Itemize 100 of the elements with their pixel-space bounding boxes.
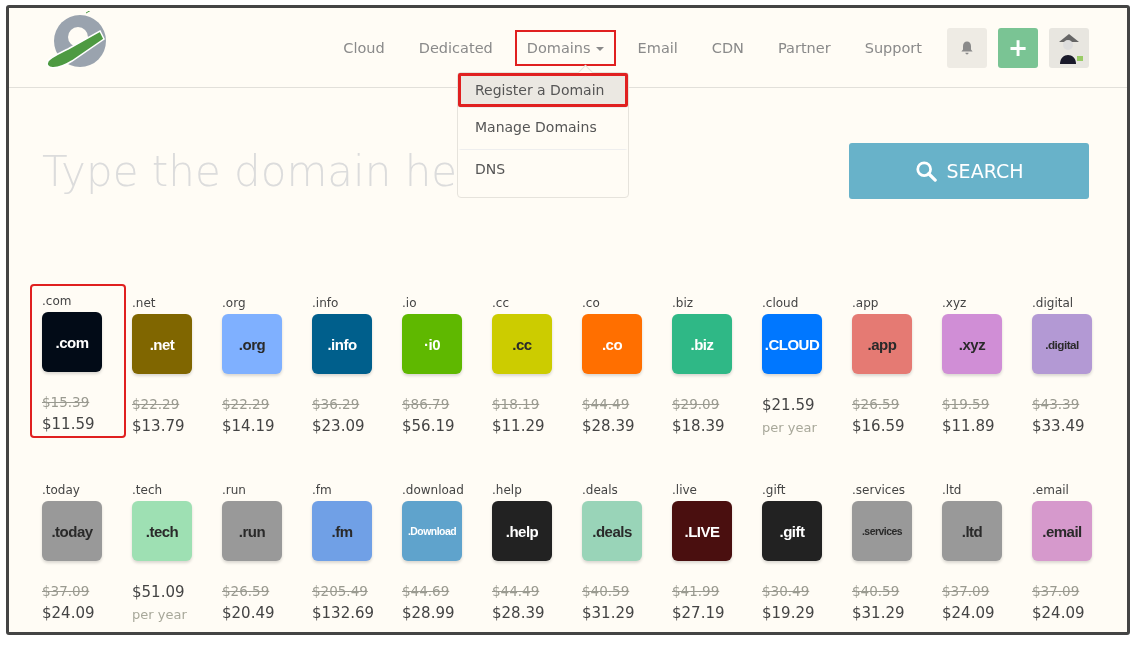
nav-link[interactable]: Support bbox=[852, 29, 934, 66]
domain-logo[interactable]: .LIVE bbox=[672, 501, 732, 561]
domain-logo[interactable]: .info bbox=[312, 314, 372, 374]
domain-logo[interactable]: .tech bbox=[132, 501, 192, 561]
domain-extension: .deals bbox=[582, 483, 618, 497]
price: $33.49 bbox=[1032, 416, 1085, 437]
original-price: $26.59 bbox=[852, 395, 900, 414]
domain-extension: .email bbox=[1032, 483, 1069, 497]
domain-extension: .fm bbox=[312, 483, 332, 497]
price: $27.19 bbox=[672, 603, 725, 624]
price: $21.59 bbox=[762, 395, 815, 416]
notification-button[interactable] bbox=[947, 27, 987, 68]
domain-logo[interactable]: .today bbox=[42, 501, 102, 561]
original-price: $37.09 bbox=[942, 582, 990, 601]
price: $20.49 bbox=[222, 603, 275, 624]
domain-extension: .download bbox=[402, 483, 464, 497]
original-price: $18.19 bbox=[492, 395, 540, 414]
domain-logo[interactable]: .digital bbox=[1032, 314, 1092, 374]
nav-link[interactable]: CDN bbox=[699, 29, 756, 66]
domain-logo[interactable]: .gift bbox=[762, 501, 822, 561]
domain-extension: .net bbox=[132, 296, 156, 310]
original-price: $86.79 bbox=[402, 395, 450, 414]
price: $24.09 bbox=[42, 603, 95, 624]
search-icon bbox=[914, 160, 937, 182]
original-price: $40.59 bbox=[582, 582, 630, 601]
domain-extension: .today bbox=[42, 483, 80, 497]
price: $24.09 bbox=[942, 603, 995, 624]
original-price: $41.99 bbox=[672, 582, 720, 601]
domain-extension: .tech bbox=[132, 483, 163, 497]
bell-icon bbox=[959, 39, 975, 56]
price: $31.29 bbox=[852, 603, 905, 624]
avatar[interactable] bbox=[1049, 27, 1089, 68]
domain-extension: .help bbox=[492, 483, 522, 497]
domain-logo[interactable]: .fm bbox=[312, 501, 372, 561]
original-price: $30.49 bbox=[762, 582, 810, 601]
domain-logo[interactable]: .app bbox=[852, 314, 912, 374]
domain-logo[interactable]: .org bbox=[222, 314, 282, 374]
menu-item[interactable]: Manage Domains bbox=[458, 107, 628, 149]
nav-link[interactable]: Domains bbox=[514, 29, 616, 66]
price: $18.39 bbox=[672, 416, 725, 437]
original-price: $44.69 bbox=[402, 582, 450, 601]
price: $11.29 bbox=[492, 416, 545, 437]
price: $28.39 bbox=[582, 416, 635, 437]
price: $31.29 bbox=[582, 603, 635, 624]
domain-extension: .gift bbox=[762, 483, 786, 497]
price: $28.99 bbox=[402, 603, 455, 624]
nav-link[interactable]: Cloud bbox=[331, 29, 397, 66]
domain-logo[interactable]: .deals bbox=[582, 501, 642, 561]
domain-logo[interactable]: .services bbox=[852, 501, 912, 561]
original-price: $43.39 bbox=[1032, 395, 1080, 414]
original-price: $15.39 bbox=[42, 393, 90, 412]
domain-extension: .digital bbox=[1032, 296, 1074, 310]
original-price: $37.09 bbox=[1032, 582, 1080, 601]
domain-extension: .info bbox=[312, 296, 339, 310]
nav-link[interactable]: Email bbox=[625, 29, 690, 66]
nav-link[interactable]: Dedicated bbox=[406, 29, 505, 66]
domain-logo[interactable]: .Download bbox=[402, 501, 462, 561]
domain-logo[interactable]: .net bbox=[132, 314, 192, 374]
price: $132.69 bbox=[312, 603, 375, 624]
menu-item[interactable]: DNS bbox=[458, 149, 628, 191]
price: $16.59 bbox=[852, 416, 905, 437]
domain-extension: .biz bbox=[672, 296, 694, 310]
domain-extension: .ltd bbox=[942, 483, 962, 497]
domain-extension: .com bbox=[42, 294, 72, 308]
original-price: $22.29 bbox=[222, 395, 270, 414]
domain-logo[interactable]: .co bbox=[582, 314, 642, 374]
original-price: $26.59 bbox=[222, 582, 270, 601]
domain-extension: .live bbox=[672, 483, 697, 497]
price: $24.09 bbox=[1032, 603, 1085, 624]
domain-extension: .co bbox=[582, 296, 600, 310]
domain-extension: .app bbox=[852, 296, 879, 310]
domain-logo[interactable]: .help bbox=[492, 501, 552, 561]
price: $13.79 bbox=[132, 416, 185, 437]
price: $11.89 bbox=[942, 416, 995, 437]
domain-logo[interactable]: .com bbox=[42, 312, 102, 372]
price-note: per year bbox=[762, 419, 817, 437]
price: $51.09 bbox=[132, 582, 185, 603]
original-price: $29.09 bbox=[672, 395, 720, 414]
domain-extension: .cloud bbox=[762, 296, 799, 310]
domain-logo[interactable]: .CLOUD bbox=[762, 314, 822, 374]
original-price: $44.49 bbox=[582, 395, 630, 414]
price-note: per year bbox=[132, 606, 187, 624]
original-price: $22.29 bbox=[132, 395, 180, 414]
price: $56.19 bbox=[402, 416, 455, 437]
domain-extension: .services bbox=[852, 483, 906, 497]
domain-extension: .xyz bbox=[942, 296, 967, 310]
original-price: $40.59 bbox=[852, 582, 900, 601]
menu-item[interactable]: Register a Domain bbox=[458, 73, 628, 107]
original-price: $36.29 bbox=[312, 395, 360, 414]
domain-logo[interactable]: .ltd bbox=[942, 501, 1002, 561]
domain-logo[interactable]: .xyz bbox=[942, 314, 1002, 374]
original-price: $205.49 bbox=[312, 582, 368, 601]
domain-logo[interactable]: .cc bbox=[492, 314, 552, 374]
domain-extension: .io bbox=[402, 296, 417, 310]
original-price: $44.49 bbox=[492, 582, 540, 601]
domain-logo[interactable]: .run bbox=[222, 501, 282, 561]
domain-extension: .run bbox=[222, 483, 246, 497]
nav-link[interactable]: Partner bbox=[765, 29, 843, 66]
domain-logo[interactable]: .email bbox=[1032, 501, 1092, 561]
original-price: $19.59 bbox=[942, 395, 990, 414]
